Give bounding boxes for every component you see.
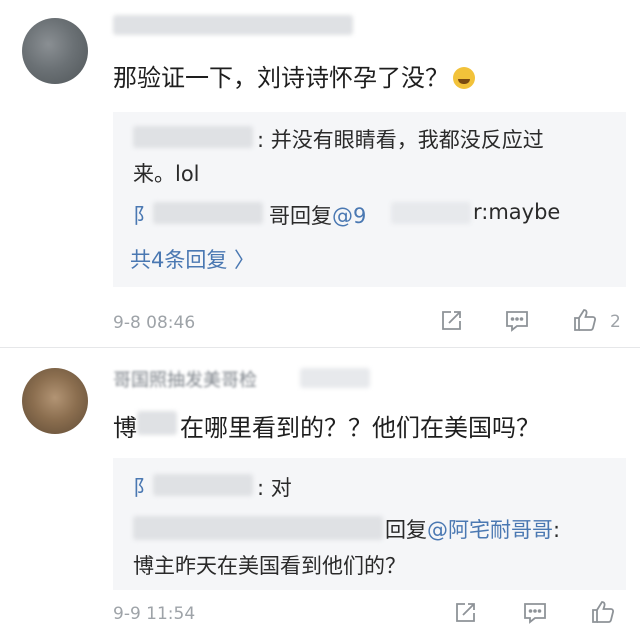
- share-icon: [442, 311, 461, 330]
- like-button[interactable]: [570, 305, 600, 335]
- reply-username-redacted[interactable]: [153, 474, 253, 496]
- reply-box[interactable]: 阝 : 对 回复@阿宅耐哥哥: 博主昨天在美国看到他们的？: [113, 458, 626, 590]
- mention-link[interactable]: @9: [332, 204, 366, 228]
- more-replies-link[interactable]: 共4条回复 〉: [130, 244, 255, 274]
- share-button[interactable]: [436, 306, 466, 336]
- username-redacted[interactable]: [300, 368, 370, 388]
- username[interactable]: 哥国照抽发美哥检: [113, 366, 257, 392]
- avatar[interactable]: [22, 18, 88, 84]
- reply-text: 哥回复@9: [269, 204, 367, 228]
- reply-text-suffix: r:maybe: [473, 200, 561, 224]
- laughing-tears-emoji-icon: [453, 67, 475, 89]
- divider: [0, 347, 640, 348]
- reply-text-continued: 博主昨天在美国看到他们的？: [133, 554, 406, 578]
- comment-icon: [506, 311, 528, 332]
- thumbs-up-icon: [574, 309, 597, 331]
- reply-text-continued: 来。lol: [133, 162, 200, 186]
- reply-username-redacted[interactable]: [153, 202, 263, 224]
- reply-username-redacted[interactable]: [133, 516, 383, 540]
- comment-body-prefix: 博: [113, 414, 137, 442]
- comment-body: 那验证一下，刘诗诗怀孕了没？: [113, 58, 475, 93]
- reply-text: : 对: [257, 476, 292, 500]
- mention-link[interactable]: @阿宅耐哥哥: [427, 518, 553, 542]
- mention-redacted[interactable]: [391, 202, 471, 224]
- comment-body: 在哪里看到的？？他们在美国吗？: [180, 414, 540, 442]
- username-redacted[interactable]: [113, 15, 353, 35]
- like-button[interactable]: [588, 597, 618, 627]
- timestamp: 9-8 08:46: [113, 313, 196, 333]
- like-count: 2: [610, 312, 621, 332]
- timestamp: 9-9 11:54: [113, 604, 196, 624]
- avatar[interactable]: [22, 368, 88, 434]
- share-button[interactable]: [450, 598, 480, 628]
- reply-text: 回复@阿宅耐哥哥:: [385, 518, 561, 542]
- reply-username-redacted[interactable]: [133, 126, 253, 148]
- reply-box[interactable]: : 并没有眼睛看，我都没反应过 来。lol 阝 哥回复@9 r:maybe 共4…: [113, 112, 626, 287]
- mention-redacted[interactable]: [137, 411, 177, 435]
- reply-username-prefix[interactable]: 阝: [133, 200, 154, 230]
- comment-button[interactable]: [520, 598, 550, 628]
- reply-text: : 并没有眼睛看，我都没反应过: [257, 128, 544, 152]
- comment-button[interactable]: [502, 306, 532, 336]
- comment-icon: [524, 603, 546, 624]
- reply-username-prefix[interactable]: 阝: [133, 472, 154, 502]
- thumbs-up-icon: [592, 601, 615, 623]
- share-icon: [456, 603, 475, 622]
